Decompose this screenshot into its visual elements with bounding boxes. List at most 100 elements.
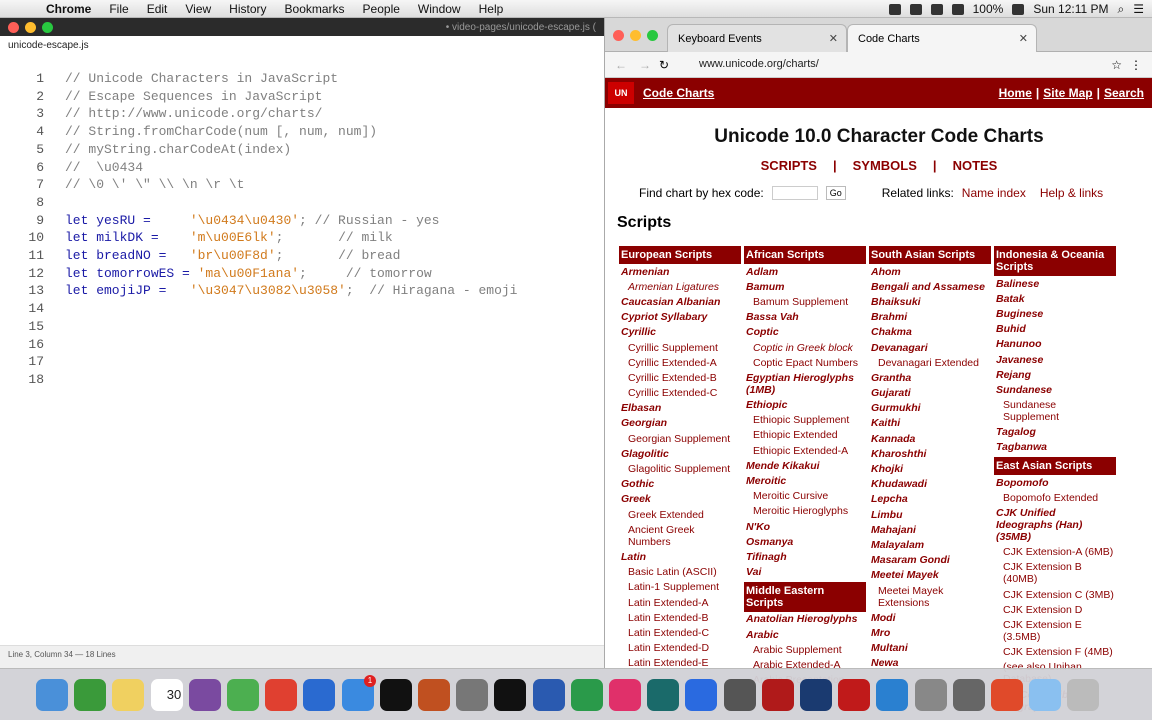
- dock-app-icon[interactable]: [303, 679, 336, 711]
- script-link[interactable]: Latin-1 Supplement: [619, 580, 741, 595]
- code-line[interactable]: 14: [0, 300, 604, 318]
- script-link[interactable]: Meetei Mayek Extensions: [869, 583, 991, 610]
- script-link[interactable]: Cypriot Syllabary: [619, 310, 741, 325]
- code-line[interactable]: 18: [0, 371, 604, 389]
- code-line[interactable]: 9 let yesRU = '\u0434\u0430'; // Russian …: [0, 212, 604, 230]
- script-link[interactable]: Osmanya: [744, 534, 866, 549]
- nav-link[interactable]: Site Map: [1043, 86, 1092, 100]
- script-link[interactable]: Egyptian Hieroglyphs (1MB): [744, 370, 866, 397]
- menu-item[interactable]: View: [185, 2, 211, 16]
- script-link[interactable]: Glagolitic: [619, 446, 741, 461]
- script-link[interactable]: Bengali and Assamese: [869, 279, 991, 294]
- dock-app-icon[interactable]: [379, 679, 412, 711]
- script-link[interactable]: Ethiopic Extended-A: [744, 443, 866, 458]
- code-line[interactable]: 12 let tomorrowES = 'ma\u00F1ana'; // tom…: [0, 265, 604, 283]
- script-link[interactable]: Latin: [619, 549, 741, 564]
- dock-app-icon[interactable]: [685, 679, 718, 711]
- address-bar[interactable]: www.unicode.org/charts/: [683, 56, 1103, 74]
- script-link[interactable]: Ancient Greek Numbers: [619, 522, 741, 549]
- dock-app-icon[interactable]: [36, 679, 68, 711]
- script-link[interactable]: Arabic Supplement: [744, 642, 866, 657]
- script-link[interactable]: Meroitic Hieroglyphs: [744, 504, 866, 519]
- script-link[interactable]: Adlam: [744, 264, 866, 279]
- script-link[interactable]: Balinese: [994, 276, 1116, 291]
- dock-app-icon[interactable]: [1029, 679, 1062, 711]
- script-link[interactable]: Basic Latin (ASCII): [619, 565, 741, 580]
- star-icon[interactable]: ☆: [1111, 58, 1122, 72]
- dock-app-icon[interactable]: [570, 679, 603, 711]
- dock-app-icon[interactable]: [532, 679, 565, 711]
- script-link[interactable]: Bassa Vah: [744, 310, 866, 325]
- script-link[interactable]: CJK Extension C (3MB): [994, 587, 1116, 602]
- dock-app-icon[interactable]: [112, 679, 145, 711]
- battery-label[interactable]: 100%: [973, 2, 1004, 16]
- script-link[interactable]: Devanagari Extended: [869, 355, 991, 370]
- script-link[interactable]: Gothic: [619, 477, 741, 492]
- chart-link[interactable]: SCRIPTS: [761, 158, 817, 173]
- menu-item[interactable]: File: [109, 2, 128, 16]
- script-link[interactable]: Latin Extended-C: [619, 625, 741, 640]
- code-line[interactable]: 3 // http://www.unicode.org/charts/: [0, 105, 604, 123]
- script-link[interactable]: Bopomofo Extended: [994, 490, 1116, 505]
- nav-link[interactable]: Search: [1104, 86, 1144, 100]
- code-line[interactable]: 1 // Unicode Characters in JavaScript: [0, 70, 604, 88]
- dock-app-icon[interactable]: [494, 679, 527, 711]
- dock-app-icon[interactable]: [74, 679, 107, 711]
- menu-icon[interactable]: ⋮: [1130, 58, 1142, 72]
- script-link[interactable]: CJK Extension B (40MB): [994, 560, 1116, 587]
- menu-item[interactable]: Window: [418, 2, 461, 16]
- script-link[interactable]: Ethiopic Extended: [744, 428, 866, 443]
- brand-link[interactable]: Code Charts: [643, 86, 714, 100]
- script-link[interactable]: Modi: [869, 610, 991, 625]
- menu-item[interactable]: History: [229, 2, 266, 16]
- script-link[interactable]: Georgian Supplement: [619, 431, 741, 446]
- script-link[interactable]: Vai: [744, 565, 866, 580]
- wifi-icon[interactable]: [930, 3, 943, 15]
- menu-item[interactable]: Help: [479, 2, 504, 16]
- script-link[interactable]: Devanagari: [869, 340, 991, 355]
- script-link[interactable]: CJK Unified Ideographs (Han) (35MB): [994, 505, 1116, 544]
- zoom-button[interactable]: [647, 30, 658, 41]
- dock-app-icon[interactable]: [609, 679, 641, 711]
- script-link[interactable]: Coptic: [744, 325, 866, 340]
- code-line[interactable]: 5 // myString.charCodeAt(index): [0, 141, 604, 159]
- script-link[interactable]: Brahmi: [869, 310, 991, 325]
- script-link[interactable]: Meetei Mayek: [869, 568, 991, 583]
- dock-app-icon[interactable]: [991, 679, 1023, 711]
- menu-item[interactable]: Bookmarks: [285, 2, 345, 16]
- script-link[interactable]: Latin Extended-D: [619, 641, 741, 656]
- script-link[interactable]: Limbu: [869, 507, 991, 522]
- script-link[interactable]: Meroitic Cursive: [744, 489, 866, 504]
- status-icon[interactable]: [909, 3, 922, 15]
- script-link[interactable]: Cyrillic Extended-A: [619, 355, 741, 370]
- script-link[interactable]: Gujarati: [869, 386, 991, 401]
- dock-app-icon[interactable]: [1067, 679, 1100, 711]
- volume-icon[interactable]: [951, 3, 964, 15]
- code-area[interactable]: 1 // Unicode Characters in JavaScript 2 // …: [0, 70, 604, 389]
- script-link[interactable]: Kannada: [869, 431, 991, 446]
- chart-link[interactable]: SYMBOLS: [853, 158, 917, 173]
- script-link[interactable]: Ahom: [869, 264, 991, 279]
- script-link[interactable]: Malayalam: [869, 537, 991, 552]
- script-link[interactable]: Multani: [869, 641, 991, 656]
- unicode-logo[interactable]: UN: [608, 82, 634, 104]
- zoom-button[interactable]: [42, 22, 53, 33]
- dock-app-icon[interactable]: [914, 679, 947, 711]
- code-line[interactable]: 11 let breadNO = 'br\u00F8d'; // bread: [0, 247, 604, 265]
- script-link[interactable]: Chakma: [869, 325, 991, 340]
- dock-app-icon[interactable]: [188, 679, 221, 711]
- script-link[interactable]: Ethiopic: [744, 398, 866, 413]
- script-link[interactable]: Khudawadi: [869, 477, 991, 492]
- script-link[interactable]: Elbasan: [619, 401, 741, 416]
- script-link[interactable]: Meroitic: [744, 473, 866, 488]
- nav-link[interactable]: Home: [999, 86, 1032, 100]
- tab-code-charts[interactable]: Code Charts ✕: [847, 24, 1037, 52]
- forward-icon[interactable]: →: [639, 58, 651, 72]
- app-menu[interactable]: Chrome: [46, 2, 91, 16]
- close-button[interactable]: [8, 22, 19, 33]
- reload-icon[interactable]: ↻: [659, 58, 669, 72]
- script-link[interactable]: CJK Extension D: [994, 602, 1116, 617]
- code-line[interactable]: 10 let milkDK = 'm\u00E6lk'; // milk: [0, 229, 604, 247]
- file-tab[interactable]: unicode-escape.js: [8, 40, 89, 51]
- script-link[interactable]: Cyrillic: [619, 325, 741, 340]
